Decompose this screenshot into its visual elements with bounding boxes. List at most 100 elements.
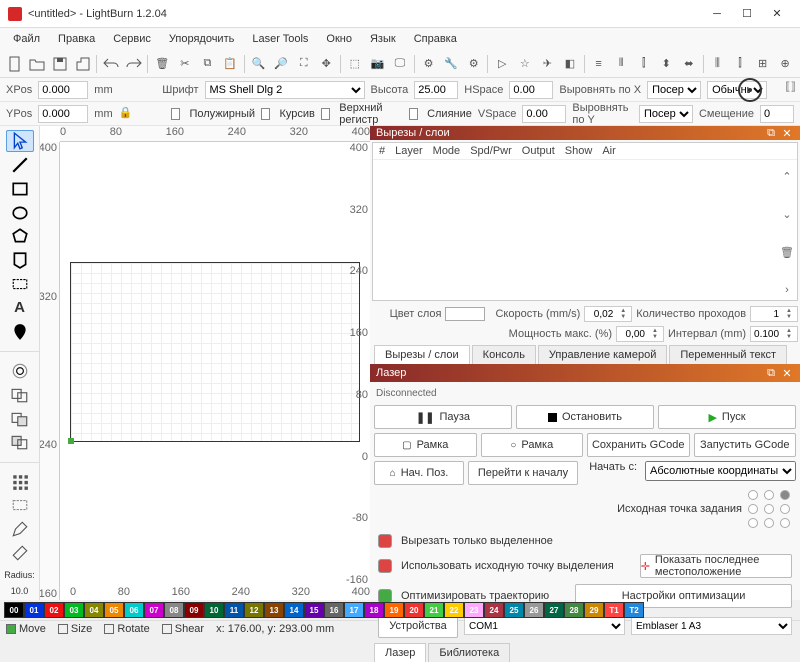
vspace-input[interactable] [522,105,566,123]
palette-swatch-19[interactable]: 19 [384,602,404,618]
distribute-4-icon[interactable]: ⊕ [774,53,796,75]
italic-check[interactable] [261,108,270,120]
palette-swatch-28[interactable]: 28 [564,602,584,618]
palette-swatch-25[interactable]: 25 [504,602,524,618]
palette-swatch-T2[interactable]: T2 [624,602,644,618]
bold-check[interactable] [171,108,180,120]
aligny-select[interactable]: Посере [639,105,693,123]
cutsel-toggle[interactable] [378,534,392,548]
palette-swatch-04[interactable]: 04 [84,602,104,618]
height-input[interactable] [414,81,458,99]
apply-icon[interactable] [738,78,762,102]
polygon-tool[interactable] [6,226,34,248]
offset-input[interactable] [760,105,794,123]
minimize-button[interactable]: ─ [702,4,732,24]
usesel-toggle[interactable] [378,559,392,573]
trash-icon[interactable]: 🗑 [151,53,173,75]
mirror-h-icon[interactable]: ▷ [491,53,513,75]
palette-swatch-00[interactable]: 00 [4,602,24,618]
xpos-input[interactable] [38,81,88,99]
palette-swatch-01[interactable]: 01 [24,602,44,618]
palette-swatch-10[interactable]: 10 [204,602,224,618]
palette-swatch-07[interactable]: 07 [144,602,164,618]
maximize-button[interactable]: ☐ [732,4,762,24]
palette-swatch-T1[interactable]: T1 [604,602,624,618]
align-4-icon[interactable]: ⬍ [656,53,678,75]
align-5-icon[interactable]: ⬌ [678,53,700,75]
menu-edit[interactable]: Правка [50,31,103,47]
upper-check[interactable] [321,108,330,120]
zoom-in-icon[interactable]: 🔍 [248,53,270,75]
showlast-button[interactable]: ✛Показать последнее местоположение [640,554,792,578]
menu-file[interactable]: Файл [5,31,48,47]
menu-arrange[interactable]: Упорядочить [161,31,242,47]
wrench-icon[interactable]: 🔧 [440,53,462,75]
palette-swatch-16[interactable]: 16 [324,602,344,618]
palette-swatch-03[interactable]: 03 [64,602,84,618]
palette-swatch-26[interactable]: 26 [524,602,544,618]
distribute-1-icon[interactable]: ⫼ [707,53,729,75]
intersect-tool[interactable] [6,431,34,453]
startfrom-select[interactable]: Абсолютные координаты [645,461,796,481]
send-icon[interactable]: ✈ [537,53,559,75]
weld-tool[interactable] [6,384,34,406]
mirror-v-icon[interactable]: ☆ [514,53,536,75]
port-select[interactable]: COM1 [464,617,625,635]
distribute-3-icon[interactable]: ⊞ [752,53,774,75]
offset-tool[interactable] [6,360,34,382]
gear-icon[interactable]: ⚙ [418,53,440,75]
pause-button[interactable]: ❚❚Пауза [374,405,512,429]
palette-swatch-15[interactable]: 15 [304,602,324,618]
home-button[interactable]: ⌂ Нач. Поз. [374,461,464,485]
palette-swatch-11[interactable]: 11 [224,602,244,618]
palette-swatch-08[interactable]: 08 [164,602,184,618]
open-icon[interactable] [27,53,49,75]
alignx-select[interactable]: Посере [647,81,701,99]
monitor-icon[interactable]: 🖵 [389,53,411,75]
path-tool[interactable] [6,249,34,271]
lock-icon[interactable]: 🔒 [119,106,133,122]
line-tool[interactable] [6,154,34,176]
run-gcode-button[interactable]: Запустить GCode [694,433,797,457]
laser-close-icon[interactable]: ✕ [780,366,794,380]
tab-vartext[interactable]: Переменный текст [669,345,787,364]
palette-swatch-17[interactable]: 17 [344,602,364,618]
align-1-icon[interactable]: ≡ [588,53,610,75]
tab-console[interactable]: Консоль [472,345,536,364]
close-button[interactable]: ✕ [762,4,792,24]
gostart-button[interactable]: Перейти к началу [468,461,578,485]
layer-right-icon[interactable]: › [779,282,795,298]
select-tool[interactable] [6,130,34,152]
work-area[interactable] [70,262,360,442]
origin-grid[interactable] [748,490,792,528]
palette-swatch-24[interactable]: 24 [484,602,504,618]
palette-swatch-27[interactable]: 27 [544,602,564,618]
edit-tool[interactable] [6,518,34,540]
palette-swatch-22[interactable]: 22 [444,602,464,618]
palette-swatch-13[interactable]: 13 [264,602,284,618]
menu-window[interactable]: Окно [318,31,360,47]
preview-icon[interactable]: ◧ [559,53,581,75]
distribute-2-icon[interactable]: ⫿ [729,53,751,75]
select-box-icon[interactable]: ⬚ [344,53,366,75]
layer-up-icon[interactable]: ⌃ [779,168,795,184]
tab-camera[interactable]: Управление камерой [538,345,667,364]
zoom-fit-icon[interactable]: ⛶ [293,53,315,75]
laser-float-icon[interactable]: ⧉ [764,366,778,380]
ellipse-tool[interactable] [6,202,34,224]
device-select[interactable]: Emblaser 1 A3 [631,617,792,635]
palette-swatch-12[interactable]: 12 [244,602,264,618]
group-tool[interactable] [6,495,34,517]
location-tool[interactable] [6,321,34,343]
rect-tool[interactable] [6,178,34,200]
zoom-out-icon[interactable]: 🔎 [270,53,292,75]
palette-swatch-29[interactable]: 29 [584,602,604,618]
layer-delete-icon[interactable]: 🗑 [779,244,795,260]
menu-language[interactable]: Язык [362,31,404,47]
cut-icon[interactable]: ✂ [174,53,196,75]
palette-swatch-23[interactable]: 23 [464,602,484,618]
text-tool[interactable]: A [6,297,34,319]
palette-swatch-18[interactable]: 18 [364,602,384,618]
palette-swatch-02[interactable]: 02 [44,602,64,618]
menu-help[interactable]: Справка [406,31,465,47]
